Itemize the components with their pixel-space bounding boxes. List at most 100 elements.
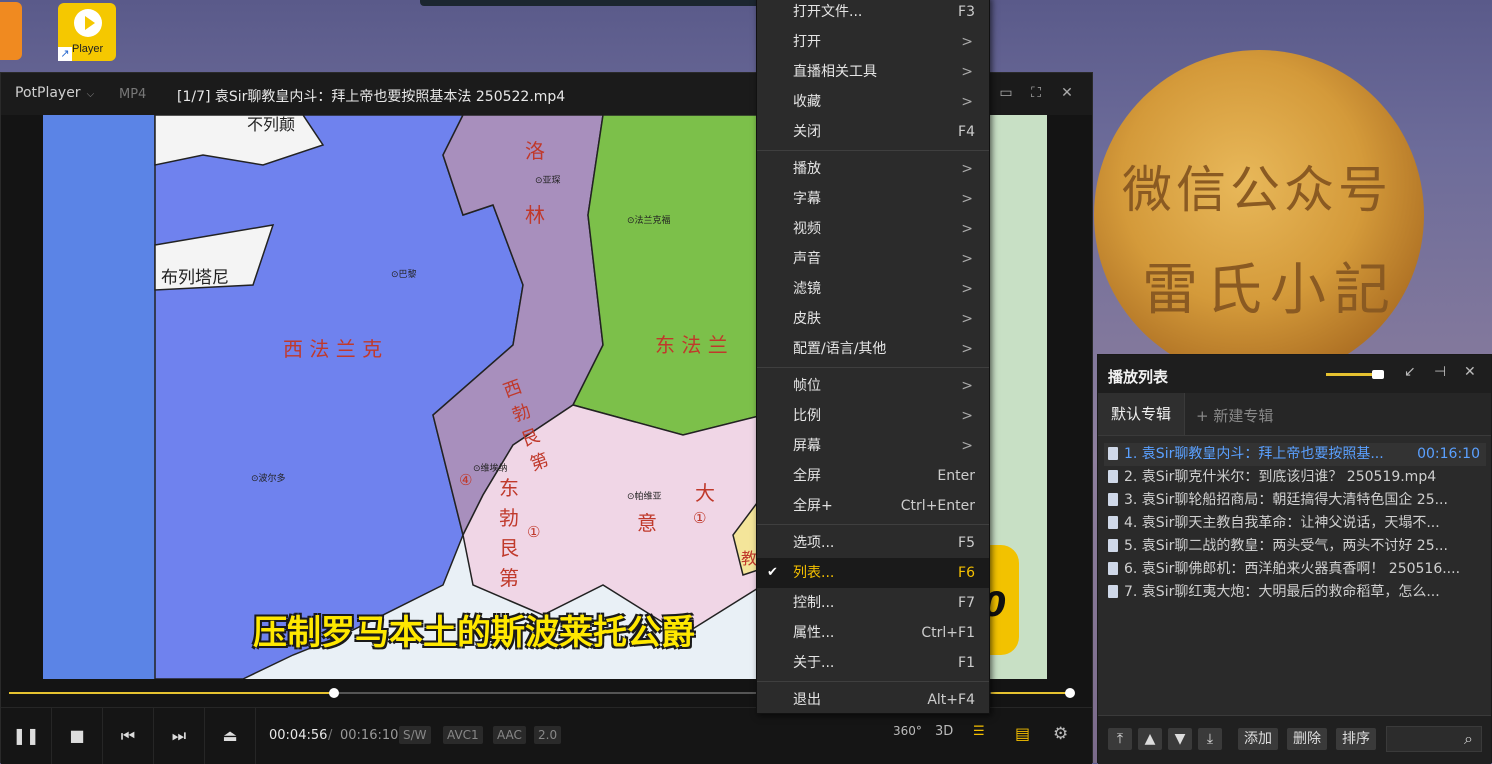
menu-item-9[interactable]: 滤镜 > <box>757 274 989 304</box>
desktop-icon-label: Player <box>72 43 104 55</box>
vr360-button[interactable]: 360° <box>893 724 922 738</box>
playlist-item[interactable]: 2. 袁Sir聊克什米尔：到底该归谁？ 250519.mp4 <box>1104 466 1486 489</box>
playlist-item[interactable]: 1. 袁Sir聊教皇内斗：拜上帝也要按照基... 00:16:10 <box>1104 443 1486 466</box>
map-label-east-burgundy: 东勃艮第 <box>499 476 519 590</box>
move-top-button[interactable]: ⤒ <box>1108 728 1132 750</box>
menu-item-19[interactable]: 控制... F7 <box>757 588 989 618</box>
3d-button[interactable]: 3D <box>935 724 953 739</box>
close-button[interactable]: ✕ <box>1057 85 1077 101</box>
desktop-app-icon[interactable] <box>0 2 22 60</box>
playlist-title: 播放列表 <box>1108 368 1169 386</box>
menu-item-label: 全屏+ <box>793 498 833 514</box>
tag-audio-codec[interactable]: AAC <box>493 726 526 744</box>
maximize-button[interactable]: ▭ <box>996 85 1016 101</box>
potplayer-desktop-icon[interactable]: Player ↗ <box>58 3 116 61</box>
menu-item-5[interactable]: 播放 > <box>757 154 989 184</box>
submenu-arrow-icon: > <box>961 438 973 454</box>
playlist-search-input[interactable]: ⌕ <box>1386 726 1482 752</box>
menu-item-label: 配置/语言/其他 <box>793 341 887 357</box>
pin-icon[interactable]: ⊣ <box>1434 364 1446 380</box>
playlist-item-title: 2. 袁Sir聊克什米尔：到底该归谁？ 250519.mp4 <box>1124 469 1437 485</box>
pause-button[interactable]: ❚❚ <box>1 708 52 764</box>
move-up-button[interactable]: ▲ <box>1138 728 1162 750</box>
menu-item-17[interactable]: 选项... F5 <box>757 528 989 558</box>
menu-item-label: 打开 <box>793 34 821 50</box>
menu-item-13[interactable]: 比例 > <box>757 401 989 431</box>
menu-item-8[interactable]: 声音 > <box>757 244 989 274</box>
menu-item-label: 皮肤 <box>793 311 821 327</box>
seek-handle[interactable] <box>328 688 339 698</box>
tag-decoder[interactable]: S/W <box>399 726 431 744</box>
playlist-search-icon[interactable]: ☰ <box>973 724 985 739</box>
sort-button[interactable]: 排序 <box>1336 728 1376 750</box>
menu-item-shortcut: F7 <box>958 595 975 611</box>
wallpaper-moon: 微信公众号 雷氏小記 <box>1094 50 1424 380</box>
menu-item-4[interactable]: 关闭 F4 <box>757 117 989 147</box>
map-city-pavia: ⊙帕维亚 <box>627 492 662 502</box>
previous-button[interactable]: ⏮ <box>103 708 154 764</box>
search-icon[interactable]: ⌕ <box>1464 729 1473 749</box>
submenu-arrow-icon: > <box>961 34 973 50</box>
menu-item-2[interactable]: 直播相关工具 > <box>757 57 989 87</box>
menu-item-11[interactable]: 配置/语言/其他 > <box>757 334 989 364</box>
playlist-header[interactable]: 播放列表 ↙ ⊣ ✕ <box>1098 355 1491 393</box>
menu-item-6[interactable]: 字幕 > <box>757 184 989 214</box>
playlist-item[interactable]: 4. 袁Sir聊天主教自我革命：让神父说话，天塌不... <box>1104 512 1486 535</box>
menu-item-shortcut: Alt+F4 <box>927 692 975 708</box>
seek-end-handle[interactable] <box>1065 688 1075 698</box>
playlist-item[interactable]: 7. 袁Sir聊红夷大炮：大明最后的救命稻草，怎么... <box>1104 581 1486 604</box>
menu-item-0[interactable]: 打开文件... F3 <box>757 0 989 27</box>
total-time[interactable]: 00:16:10 <box>340 728 398 743</box>
menu-item-7[interactable]: 视频 > <box>757 214 989 244</box>
control-bar: ❚❚ ■ ⏮ ⏭ ⏏ 00:04:56 / 00:16:10 S/W AVC1 … <box>1 707 1092 764</box>
stop-button[interactable]: ■ <box>52 708 103 764</box>
tab-new-album[interactable]: + 新建专辑 <box>1196 405 1273 426</box>
menu-item-18[interactable]: ✔ 列表... F6 <box>757 558 989 588</box>
menu-item-label: 关于... <box>793 655 835 671</box>
playlist-item[interactable]: 6. 袁Sir聊佛郎机：西洋舶来火器真香啊！ 250516.... <box>1104 558 1486 581</box>
menu-item-15[interactable]: 全屏 Enter <box>757 461 989 491</box>
playlist-tabs: 默认专辑 + 新建专辑 <box>1098 393 1491 436</box>
menu-item-label: 直播相关工具 <box>793 64 877 80</box>
menu-item-16[interactable]: 全屏+ Ctrl+Enter <box>757 491 989 521</box>
tab-default-album[interactable]: 默认专辑 <box>1098 393 1185 435</box>
menu-item-21[interactable]: 关于... F1 <box>757 648 989 678</box>
menu-item-label: 视频 <box>793 221 821 237</box>
menu-item-shortcut: Ctrl+F1 <box>921 625 975 641</box>
playlist-close-icon[interactable]: ✕ <box>1464 364 1476 380</box>
menu-item-3[interactable]: 收藏 > <box>757 87 989 117</box>
menu-item-22[interactable]: 退出 Alt+F4 <box>757 685 989 715</box>
eject-button[interactable]: ⏏ <box>205 708 256 764</box>
playlist-opacity-slider[interactable] <box>1326 370 1384 379</box>
menu-item-12[interactable]: 帧位 > <box>757 371 989 401</box>
menu-item-label: 全屏 <box>793 468 821 484</box>
current-time[interactable]: 00:04:56 <box>269 728 327 743</box>
menu-item-1[interactable]: 打开 > <box>757 27 989 57</box>
tag-audio-channels[interactable]: 2.0 <box>534 726 562 744</box>
move-bottom-button[interactable]: ⤓ <box>1198 728 1222 750</box>
playlist-item[interactable]: 5. 袁Sir聊二战的教皇：两头受气，两头不讨好 25... <box>1104 535 1486 558</box>
map-label-east-francia: 东 法 兰 <box>655 333 728 357</box>
menu-item-20[interactable]: 属性... Ctrl+F1 <box>757 618 989 648</box>
submenu-arrow-icon: > <box>961 311 973 327</box>
play-icon <box>74 9 102 37</box>
delete-button[interactable]: 删除 <box>1287 728 1327 750</box>
app-menu-button[interactable]: PotPlayer ⌵ <box>15 85 94 101</box>
add-button[interactable]: 添加 <box>1238 728 1278 750</box>
menu-item-10[interactable]: 皮肤 > <box>757 304 989 334</box>
menu-item-label: 属性... <box>793 625 835 641</box>
settings-gear-icon[interactable]: ⚙ <box>1053 724 1068 744</box>
menu-item-shortcut: F1 <box>958 655 975 671</box>
playlist-item[interactable]: 3. 袁Sir聊轮船招商局：朝廷搞得大清特色国企 25... <box>1104 489 1486 512</box>
shrink-icon[interactable]: ↙ <box>1404 364 1416 380</box>
move-down-button[interactable]: ▼ <box>1168 728 1192 750</box>
fullscreen-button[interactable]: ⛶ <box>1026 85 1046 101</box>
menu-item-14[interactable]: 屏幕 > <box>757 431 989 461</box>
playlist-toggle-icon[interactable]: ▤ <box>1015 724 1030 743</box>
submenu-arrow-icon: > <box>961 341 973 357</box>
wallpaper-text-line2: 雷氏小記 <box>1142 258 1398 323</box>
menu-item-label: 控制... <box>793 595 835 611</box>
tag-video-codec[interactable]: AVC1 <box>443 726 483 744</box>
next-button[interactable]: ⏭ <box>154 708 205 764</box>
slider-handle[interactable] <box>1372 370 1384 379</box>
